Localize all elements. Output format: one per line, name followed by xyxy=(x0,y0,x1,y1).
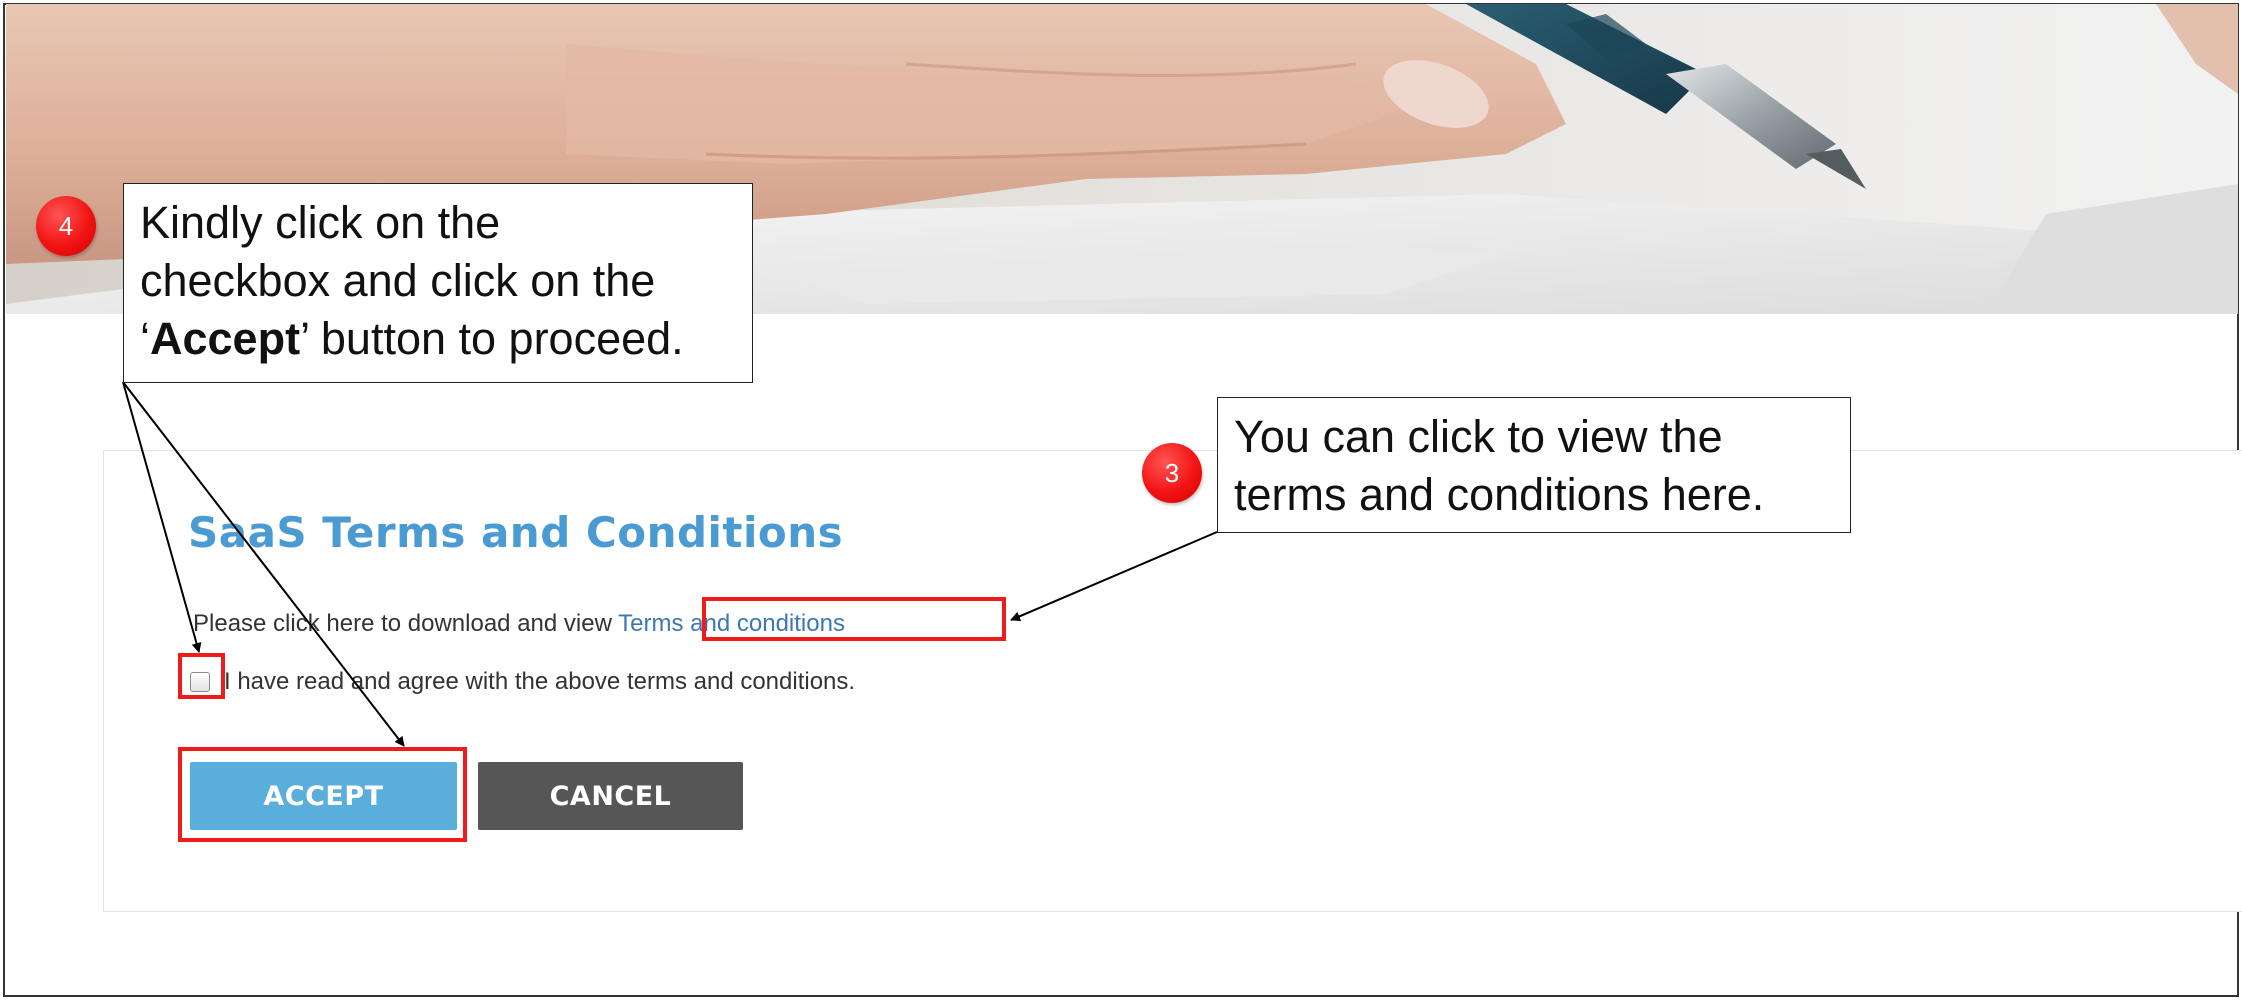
step-4-line-3-rest: ’ button to proceed. xyxy=(300,313,684,364)
step-4-open-quote: ‘ xyxy=(140,313,150,364)
step-3-marker: 3 xyxy=(1142,443,1202,503)
step-4-line-1: Kindly click on the xyxy=(140,197,501,248)
step-4-marker: 4 xyxy=(36,196,96,256)
step-4-callout: Kindly click on the checkbox and click o… xyxy=(123,183,753,383)
step-3-line-2: terms and conditions here. xyxy=(1234,469,1765,520)
arrow-to-terms-link xyxy=(1010,531,1218,622)
arrow-to-checkbox xyxy=(122,381,202,653)
step-4-line-3: ‘Accept’ button to proceed. xyxy=(140,310,738,368)
step-4-line-2: checkbox and click on the xyxy=(140,255,656,306)
annotation-arrows xyxy=(122,381,1218,747)
step-4-accept-word: Accept xyxy=(150,313,301,364)
step-3-callout: You can click to view the terms and cond… xyxy=(1217,397,1851,533)
arrow-to-accept-button xyxy=(122,381,405,747)
step-3-line-1: You can click to view the xyxy=(1234,411,1723,462)
